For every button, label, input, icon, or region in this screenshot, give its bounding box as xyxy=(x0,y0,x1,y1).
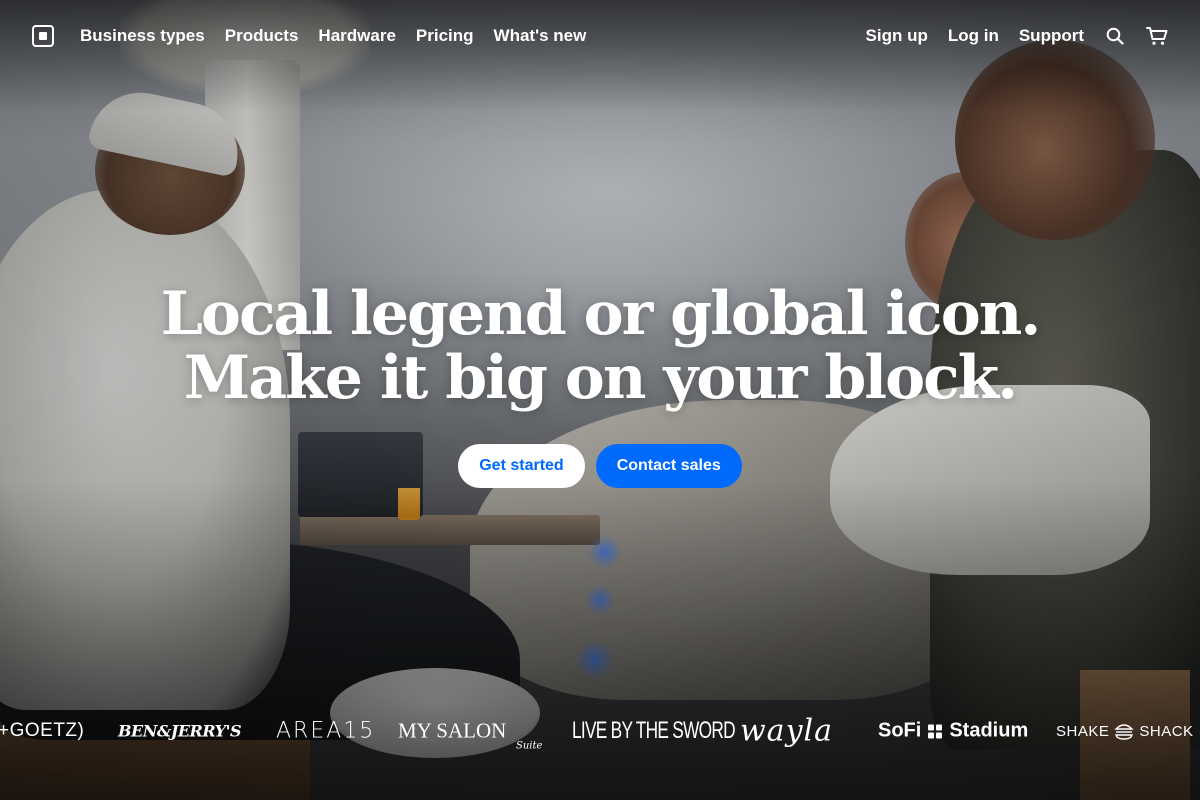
logo-my-salon-sub: Suite xyxy=(516,740,543,752)
cart-icon[interactable] xyxy=(1146,26,1168,46)
hero-headline-line-1: Local legend or global icon. xyxy=(160,279,1042,349)
logo-ben-and-jerrys: BEN&JERRY'S xyxy=(118,721,242,741)
nav-products[interactable]: Products xyxy=(225,26,299,46)
logo-my-salon-text: MY SALON xyxy=(398,718,507,743)
nav-business-types[interactable]: Business types xyxy=(80,26,205,46)
nav-support[interactable]: Support xyxy=(1019,26,1084,46)
square-logo[interactable] xyxy=(32,25,54,47)
nav-sign-up[interactable]: Sign up xyxy=(866,26,928,46)
nav-log-in[interactable]: Log in xyxy=(948,26,999,46)
sofi-grid-icon xyxy=(928,724,943,738)
hero-cta-group: Get started Contact sales xyxy=(0,444,1200,488)
burger-icon xyxy=(1114,724,1135,740)
contact-sales-button[interactable]: Contact sales xyxy=(595,444,742,488)
hero-headline: Local legend or global icon. Make it big… xyxy=(0,282,1200,410)
nav-whats-new[interactable]: What's new xyxy=(494,26,587,46)
square-logo-mark xyxy=(39,32,47,40)
search-icon[interactable] xyxy=(1106,27,1124,45)
hero-headline-line-2: Make it big on your block. xyxy=(183,343,1018,413)
nav-pricing[interactable]: Pricing xyxy=(416,26,474,46)
logo-live-by-the-sword: LIVE BY THE SWORD xyxy=(572,717,736,744)
logo-shake-text: SHAKE xyxy=(1056,722,1110,740)
logo-goetz: +GOETZ) xyxy=(0,720,85,741)
get-started-button[interactable]: Get started xyxy=(458,444,585,488)
logo-wayla: wayla xyxy=(740,713,833,749)
logo-sofi-text: SoFi xyxy=(878,719,922,742)
top-navigation: Business types Products Hardware Pricing… xyxy=(0,0,1200,72)
logo-shake-shack: SHAKE SHACK xyxy=(1056,720,1194,742)
secondary-nav: Sign up Log in Support xyxy=(846,26,1168,46)
nav-hardware[interactable]: Hardware xyxy=(318,26,395,46)
logo-sofi-stadium: SoFi Stadium xyxy=(878,720,1028,743)
logo-stadium-text: Stadium xyxy=(949,719,1029,742)
logo-shack-text: SHACK xyxy=(1139,722,1194,740)
logo-area15: AREA15 xyxy=(276,718,376,744)
logo-my-salon-suite: MY SALON Suite xyxy=(398,718,542,752)
primary-nav: Business types Products Hardware Pricing… xyxy=(32,25,606,47)
customer-logo-strip: +GOETZ) BEN&JERRY'S AREA15 MY SALON Suit… xyxy=(0,706,1200,756)
